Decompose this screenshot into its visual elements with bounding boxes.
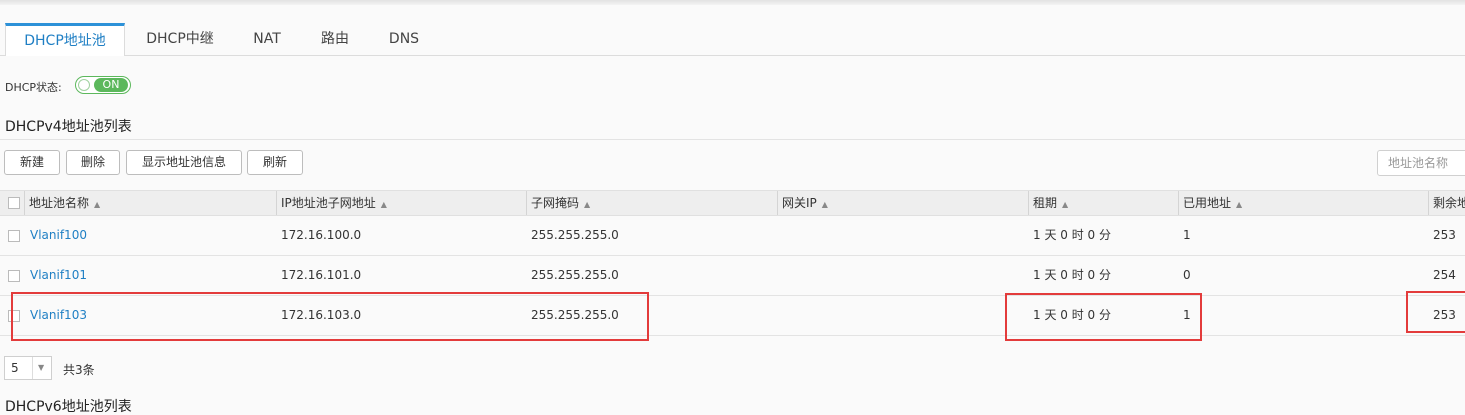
col-remaining-label: 剩余地 xyxy=(1433,196,1465,210)
section-title-dhcpv6: DHCPv6地址池列表 xyxy=(5,399,132,415)
mask-cell: 255.255.255.0 xyxy=(531,268,619,282)
col-used-label: 已用地址 xyxy=(1183,196,1232,210)
dhcp-status-label: DHCP状态: xyxy=(5,81,62,94)
col-lease[interactable]: 租期 ▲ xyxy=(1028,191,1178,215)
section-title-dhcpv4: DHCPv4地址池列表 xyxy=(5,119,132,135)
sort-asc-icon: ▲ xyxy=(380,200,387,209)
col-mask[interactable]: 子网掩码 ▲ xyxy=(526,191,777,215)
sort-asc-icon: ▲ xyxy=(1062,200,1069,209)
lease-cell: 1 天 0 时 0 分 xyxy=(1033,268,1111,282)
col-pool-name[interactable]: 地址池名称 ▲ xyxy=(24,191,276,215)
page-size-divider xyxy=(32,357,33,379)
highlight-box-lease-used xyxy=(1005,293,1202,341)
col-mask-label: 子网掩码 xyxy=(531,196,580,210)
col-used[interactable]: 已用地址 ▲ xyxy=(1178,191,1428,215)
subnet-cell: 172.16.101.0 xyxy=(281,268,362,282)
remaining-cell: 254 xyxy=(1433,268,1456,282)
row-checkbox[interactable] xyxy=(8,270,20,282)
select-all-checkbox[interactable] xyxy=(8,197,20,209)
page-size-value: 5 xyxy=(11,361,19,375)
toggle-on-label: ON xyxy=(94,78,128,92)
sort-asc-icon: ▲ xyxy=(821,200,828,209)
used-cell: 1 xyxy=(1183,228,1191,242)
col-gateway-label: 网关IP xyxy=(782,196,817,210)
top-shadow-bar xyxy=(0,0,1465,5)
col-subnet-label: IP地址池子网地址 xyxy=(281,196,376,210)
tab-dns[interactable]: DNS xyxy=(380,23,428,55)
delete-button[interactable]: 删除 xyxy=(66,150,120,175)
col-subnet[interactable]: IP地址池子网地址 ▲ xyxy=(276,191,526,215)
table-header: 地址池名称 ▲ IP地址池子网地址 ▲ 子网掩码 ▲ 网关IP ▲ 租期 ▲ 已用地址 ▲ … xyxy=(0,190,1465,216)
row-checkbox[interactable] xyxy=(8,230,20,242)
table-row[interactable]: Vlanif100 172.16.100.0 255.255.255.0 1 天… xyxy=(0,215,1465,256)
tab-bar: DHCP地址池 DHCP中继 NAT 路由 DNS xyxy=(0,23,1465,56)
lease-cell: 1 天 0 时 0 分 xyxy=(1033,228,1111,242)
col-remaining[interactable]: 剩余地 xyxy=(1428,191,1465,215)
col-lease-label: 租期 xyxy=(1033,196,1058,210)
mask-cell: 255.255.255.0 xyxy=(531,228,619,242)
dhcp-status-toggle[interactable]: ON xyxy=(75,76,131,94)
sort-asc-icon: ▲ xyxy=(1236,200,1243,209)
remaining-cell: 253 xyxy=(1433,228,1456,242)
highlight-box-pool-subnet xyxy=(11,292,649,341)
page-size-select[interactable]: 5 ▼ xyxy=(4,356,52,380)
highlight-box-remaining xyxy=(1406,291,1465,333)
table-row[interactable]: Vlanif101 172.16.101.0 255.255.255.0 1 天… xyxy=(0,255,1465,296)
total-count: 共3条 xyxy=(63,363,95,377)
pool-name-link[interactable]: Vlanif100 xyxy=(30,215,87,255)
sort-asc-icon: ▲ xyxy=(584,200,591,209)
show-pool-info-button[interactable]: 显示地址池信息 xyxy=(126,150,242,175)
tab-dhcp-relay[interactable]: DHCP中继 xyxy=(135,23,225,55)
pool-name-search-input[interactable] xyxy=(1377,150,1465,176)
tab-dhcp-pool[interactable]: DHCP地址池 xyxy=(5,23,125,56)
col-pool-name-label: 地址池名称 xyxy=(29,196,90,210)
refresh-button[interactable]: 刷新 xyxy=(247,150,303,175)
used-cell: 0 xyxy=(1183,268,1191,282)
subnet-cell: 172.16.100.0 xyxy=(281,228,362,242)
col-gateway[interactable]: 网关IP ▲ xyxy=(777,191,1028,215)
sort-asc-icon: ▲ xyxy=(94,200,101,209)
tab-nat[interactable]: NAT xyxy=(243,23,291,55)
tab-route[interactable]: 路由 xyxy=(310,23,360,55)
pool-name-link[interactable]: Vlanif101 xyxy=(30,255,87,295)
new-button[interactable]: 新建 xyxy=(4,150,60,175)
section-divider xyxy=(0,139,1465,140)
chevron-down-icon: ▼ xyxy=(38,363,45,372)
toggle-knob xyxy=(78,79,90,91)
